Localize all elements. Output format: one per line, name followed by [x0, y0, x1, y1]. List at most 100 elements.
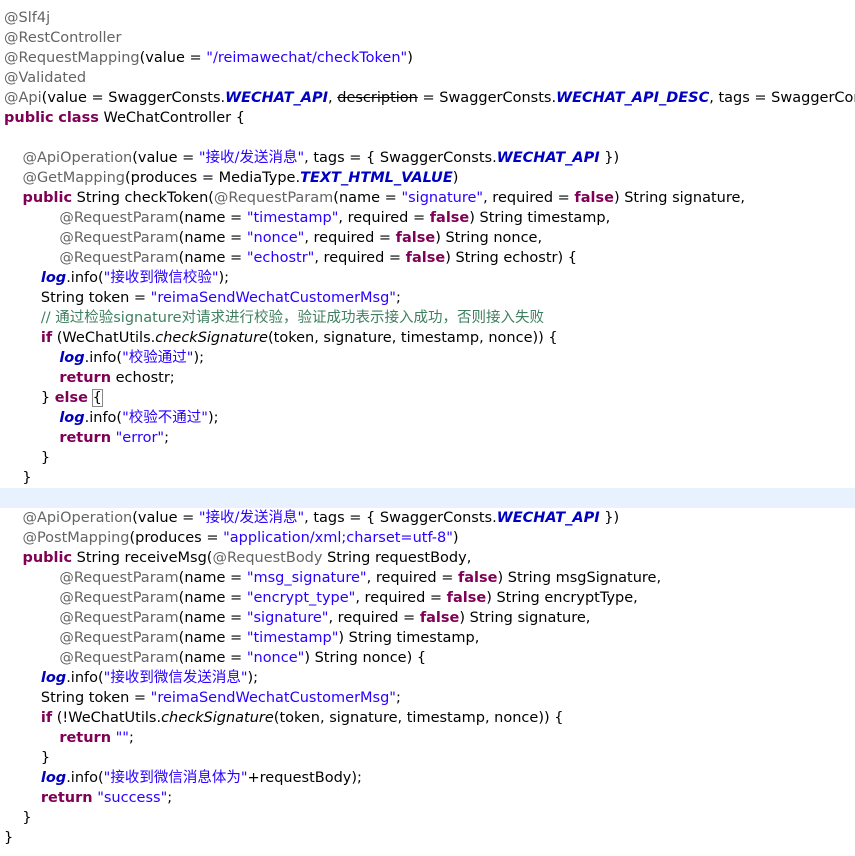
code-line[interactable]: } else {	[0, 388, 855, 408]
code-line[interactable]: String token = "reimaSendWechatCustomerM…	[0, 688, 855, 708]
code-token-ann: @Slf4j	[4, 10, 51, 26]
code-line[interactable]: }	[0, 448, 855, 468]
code-token: , required =	[328, 610, 420, 626]
code-line[interactable]: log.info("接收到微信校验");	[0, 268, 855, 288]
code-line[interactable]: }	[0, 748, 855, 768]
code-token: = SwaggerConsts.	[417, 90, 557, 106]
code-line[interactable]: }	[0, 808, 855, 828]
code-line[interactable]: @RequestParam(name = "echostr", required…	[0, 248, 855, 268]
code-token: }	[4, 390, 55, 406]
code-token-const: WECHAT_API_DESC	[556, 90, 710, 106]
code-token: }	[4, 470, 32, 486]
code-line[interactable]: @ApiOperation(value = "接收/发送消息", tags = …	[0, 148, 855, 168]
code-line[interactable]: @RequestParam(name = "timestamp") String…	[0, 628, 855, 648]
code-token: );	[218, 270, 230, 286]
code-line[interactable]: @RequestParam(name = "msg_signature", re…	[0, 568, 855, 588]
code-token: String checkToken(	[72, 190, 214, 206]
code-line[interactable]: }	[0, 828, 855, 848]
code-token: , required =	[366, 570, 458, 586]
code-token-ann: @Validated	[4, 70, 87, 86]
code-token: , tags = { SwaggerConsts.	[304, 150, 497, 166]
code-token: (!WeChatUtils.	[52, 710, 162, 726]
code-token-ann: @RequestParam	[59, 230, 179, 246]
code-token-kw: else	[54, 390, 88, 406]
code-line[interactable]: @PostMapping(produces = "application/xml…	[0, 528, 855, 548]
code-token-kw: false	[457, 570, 498, 586]
code-token-kw: false	[419, 610, 460, 626]
code-token: , tags = { SwaggerConsts.	[304, 510, 497, 526]
code-line[interactable]: @RequestParam(name = "timestamp", requir…	[0, 208, 855, 228]
code-token: (name =	[178, 570, 247, 586]
code-token-str: "接收/发送消息"	[198, 150, 305, 166]
code-line[interactable]: @RequestParam(name = "nonce", required =…	[0, 228, 855, 248]
code-line[interactable]: if (WeChatUtils.checkSignature(token, si…	[0, 328, 855, 348]
code-line[interactable]: public String receiveMsg(@RequestBody St…	[0, 548, 855, 568]
code-token: ) String nonce) {	[304, 650, 427, 666]
code-line[interactable]: if (!WeChatUtils.checkSignature(token, s…	[0, 708, 855, 728]
code-token-bracket: {	[91, 389, 103, 407]
code-line[interactable]: log.info("校验通过");	[0, 348, 855, 368]
code-line[interactable]: }	[0, 468, 855, 488]
code-token-kw: public	[22, 190, 73, 206]
code-token-ann: @RequestParam	[59, 250, 179, 266]
code-token: String requestBody,	[322, 550, 472, 566]
code-line[interactable]: @Validated	[0, 68, 855, 88]
code-line[interactable]: log.info("接收到微信发送消息");	[0, 668, 855, 688]
code-line[interactable]: return "success";	[0, 788, 855, 808]
code-line[interactable]	[0, 128, 855, 148]
code-line[interactable]: @Slf4j	[0, 8, 855, 28]
code-line[interactable]: @RequestMapping(value = "/reimawechat/ch…	[0, 48, 855, 68]
code-line[interactable]	[0, 488, 855, 508]
code-token: })	[599, 150, 620, 166]
code-token: ) String timestamp,	[338, 630, 480, 646]
code-token: ) String encryptType,	[486, 590, 638, 606]
code-line[interactable]: @RequestParam(name = "encrypt_type", req…	[0, 588, 855, 608]
code-token: ) String msgSignature,	[497, 570, 662, 586]
code-token-kw: class	[58, 110, 99, 126]
code-token: echostr;	[111, 370, 175, 386]
code-token: );	[247, 670, 259, 686]
code-token-str: "application/xml;charset=utf-8"	[223, 530, 453, 546]
code-token-str: "nonce"	[246, 230, 305, 246]
code-line[interactable]: return echostr;	[0, 368, 855, 388]
code-token: +requestBody);	[247, 770, 362, 786]
code-line[interactable]: return "error";	[0, 428, 855, 448]
code-line[interactable]: return "";	[0, 728, 855, 748]
code-editor[interactable]: @Slf4j @RestController @RequestMapping(val…	[0, 0, 855, 856]
code-line[interactable]: String token = "reimaSendWechatCustomerM…	[0, 288, 855, 308]
code-line[interactable]: log.info("接收到微信消息体为"+requestBody);	[0, 768, 855, 788]
code-token: ;	[395, 690, 401, 706]
code-line[interactable]: @RequestParam(name = "signature", requir…	[0, 608, 855, 628]
code-line[interactable]: @RequestParam(name = "nonce") String non…	[0, 648, 855, 668]
code-token-str: "msg_signature"	[246, 570, 367, 586]
code-token-str: "error"	[115, 430, 165, 446]
code-line[interactable]: @ApiOperation(value = "接收/发送消息", tags = …	[0, 508, 855, 528]
code-token: ) String timestamp,	[469, 210, 611, 226]
code-token: (name =	[178, 630, 247, 646]
code-line[interactable]: log.info("校验不通过");	[0, 408, 855, 428]
code-token-ann: @PostMapping	[22, 530, 130, 546]
code-token: ;	[164, 430, 169, 446]
code-token-str: "echostr"	[246, 250, 315, 266]
code-token: ;	[128, 730, 134, 746]
code-line[interactable]: @RestController	[0, 28, 855, 48]
code-line[interactable]: public class WeChatController {	[0, 108, 855, 128]
code-line[interactable]: // 通过检验signature对请求进行校验，验证成功表示接入成功，否则接入失…	[0, 308, 855, 328]
code-token-kw: public	[22, 550, 73, 566]
code-token-str: "接收到微信校验"	[103, 270, 219, 286]
code-token: (token, signature, timestamp, nonce)) {	[273, 710, 564, 726]
code-line[interactable]: @Api(value = SwaggerConsts.WECHAT_API, d…	[0, 88, 855, 108]
code-token: (token, signature, timestamp, nonce)) {	[267, 330, 558, 346]
code-token-ann: @RequestParam	[59, 590, 179, 606]
code-line[interactable]: @GetMapping(produces = MediaType.TEXT_HT…	[0, 168, 855, 188]
code-line[interactable]: public String checkToken(@RequestParam(n…	[0, 188, 855, 208]
